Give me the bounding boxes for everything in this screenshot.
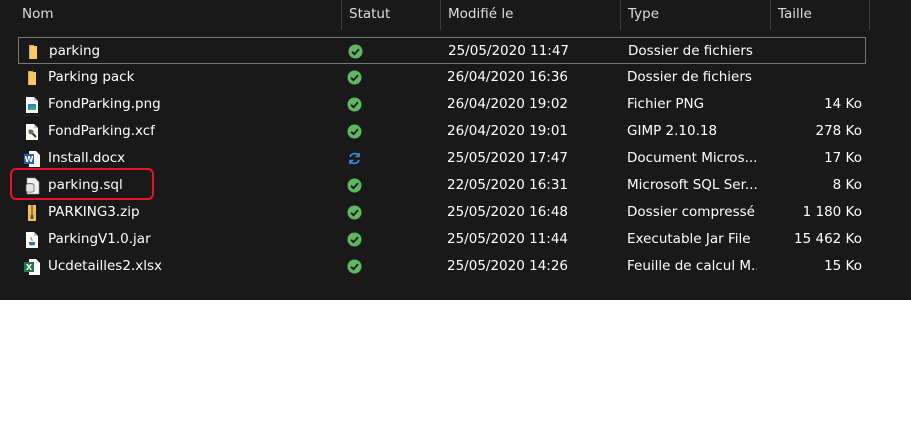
svg-text:X: X: [26, 263, 33, 272]
file-size: 8 Ko: [832, 177, 862, 193]
file-type: Microsoft SQL Ser...: [627, 177, 757, 193]
java-jar-icon: [23, 231, 41, 249]
sync-complete-icon: [347, 253, 367, 280]
column-header-name[interactable]: Nom ∧: [15, 0, 342, 30]
file-size: 15 Ko: [824, 258, 862, 274]
file-row-parking-pack[interactable]: Parking pack 26/04/2020 16:36 Dossier de f…: [18, 64, 866, 91]
zip-archive-icon: [23, 204, 41, 222]
file-name: parking: [49, 43, 101, 59]
file-type: GIMP 2.10.18: [627, 123, 718, 139]
file-name: FondParking.png: [48, 96, 161, 112]
annotation-highlight-box: [10, 168, 154, 200]
file-row-parking3-zip[interactable]: PARKING3.zip 25/05/2020 16:48 Dossier comp…: [18, 199, 866, 226]
blank-area: [0, 300, 911, 448]
file-type: Document Micros...: [627, 150, 757, 166]
file-modified-date: 26/04/2020 16:36: [447, 69, 569, 85]
excel-sheet-icon: X: [23, 258, 41, 276]
file-modified-date: 26/04/2020 19:01: [447, 123, 569, 139]
file-type: Feuille de calcul M...: [627, 258, 757, 274]
word-document-icon: W: [23, 150, 41, 168]
file-row-fondparking-png[interactable]: FondParking.png 26/04/2020 19:02 Fichier P…: [18, 91, 866, 118]
sync-pending-icon: [347, 145, 367, 172]
sync-complete-icon: [347, 226, 367, 253]
sync-complete-icon: [348, 38, 368, 65]
file-modified-date: 25/05/2020 11:44: [447, 231, 569, 247]
sync-complete-icon: [347, 64, 367, 91]
file-modified-date: 25/05/2020 14:26: [447, 258, 569, 274]
file-modified-date: 26/04/2020 19:02: [447, 96, 569, 112]
column-header-modified[interactable]: Modifié le: [441, 0, 621, 30]
sync-complete-icon: [347, 172, 367, 199]
column-header-size[interactable]: Taille: [771, 0, 870, 30]
gimp-file-icon: [23, 123, 41, 141]
file-modified-date: 25/05/2020 17:47: [447, 150, 569, 166]
file-size: 17 Ko: [824, 150, 862, 166]
file-modified-date: 25/05/2020 11:47: [448, 43, 570, 59]
file-size: 14 Ko: [824, 96, 862, 112]
file-type: Executable Jar File: [627, 231, 751, 247]
png-image-icon: [23, 96, 41, 114]
file-type: Fichier PNG: [627, 96, 705, 112]
column-header-name-label: Nom: [22, 6, 54, 22]
file-row-parking[interactable]: parking 25/05/2020 11:47 Dossier de fichie…: [18, 37, 866, 64]
file-size: 15 462 Ko: [794, 231, 862, 247]
file-size: 1 180 Ko: [802, 204, 862, 220]
column-header-status[interactable]: Statut: [342, 0, 441, 30]
file-name: Parking pack: [48, 69, 135, 85]
sync-complete-icon: [347, 199, 367, 226]
file-row-fondparking-xcf[interactable]: FondParking.xcf 26/04/2020 19:01 GIMP 2.10…: [18, 118, 866, 145]
folder-icon: [23, 69, 41, 87]
file-modified-date: 22/05/2020 16:31: [447, 177, 569, 193]
column-header-size-label: Taille: [778, 6, 812, 22]
file-type: Dossier de fichiers: [628, 43, 753, 59]
sync-complete-icon: [347, 91, 367, 118]
folder-icon: [24, 43, 42, 61]
file-modified-date: 25/05/2020 16:48: [447, 204, 569, 220]
file-row-ucdetailles2-xlsx[interactable]: X Ucdetailles2.xlsx 25/05/2020 14:26 Feuill…: [18, 253, 866, 280]
file-name: PARKING3.zip: [48, 204, 140, 220]
file-size: [759, 38, 863, 65]
file-size: [758, 64, 862, 91]
column-header-bar: Nom ∧ Statut Modifié le Type Taille: [0, 0, 870, 32]
sync-complete-icon: [347, 118, 367, 145]
file-row-parkingv1-0-jar[interactable]: ParkingV1.0.jar 25/05/2020 11:44 Executabl…: [18, 226, 866, 253]
file-type: Dossier compressé: [627, 204, 755, 220]
column-header-modified-label: Modifié le: [448, 6, 514, 22]
file-name: FondParking.xcf: [48, 123, 155, 139]
file-type: Dossier de fichiers: [627, 69, 752, 85]
file-size: 278 Ko: [815, 123, 863, 139]
svg-text:W: W: [25, 155, 34, 164]
file-explorer-list: Nom ∧ Statut Modifié le Type Taille park…: [0, 0, 911, 300]
file-name: Ucdetailles2.xlsx: [48, 258, 162, 274]
column-header-status-label: Statut: [349, 6, 391, 22]
column-header-type[interactable]: Type: [621, 0, 771, 30]
column-header-type-label: Type: [628, 6, 660, 22]
file-name: ParkingV1.0.jar: [48, 231, 151, 247]
